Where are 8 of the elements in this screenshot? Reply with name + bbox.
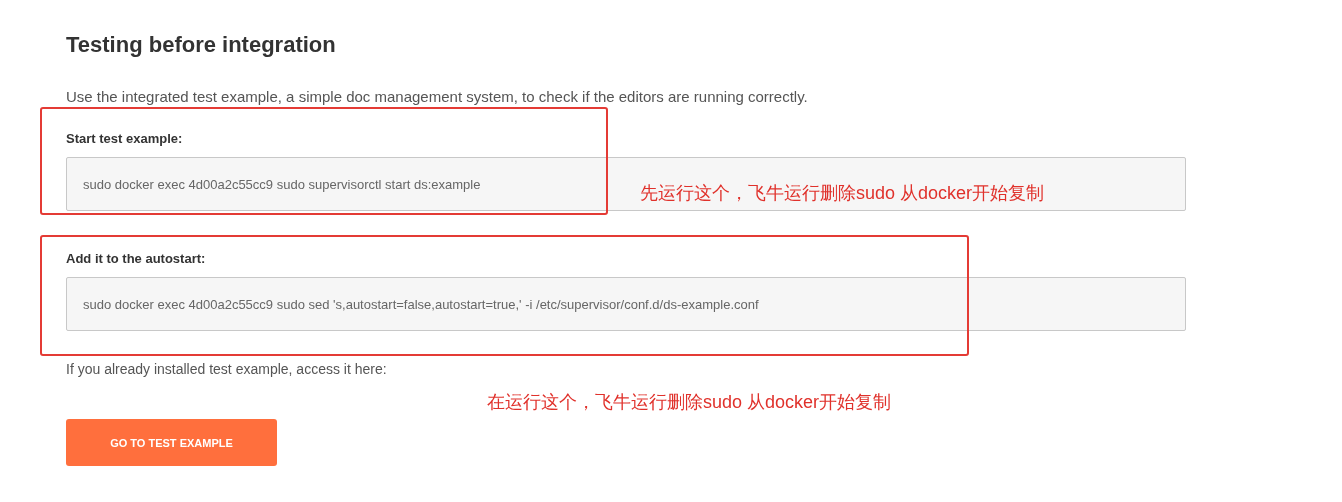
section-heading: Testing before integration [66,32,337,58]
field-label: Add it to the autostart: [66,251,207,266]
command-field[interactable]: sudo docker exec 4d00a2c55cc9 sudo sed 's,autostart=false,autostart=true,' -i /etc/supervisor/conf.d/ds-example.conf [66,277,1186,331]
description-text: Use the integrated test example, a simple doc management system, to check if the editors are running correctly. [66,88,809,105]
annotation-text: 在运行这个，飞牛运行删除sudo 从docker开始复制 [487,391,892,414]
annotation-text: 先运行这个，飞牛运行删除sudo 从docker开始复制 [640,182,1045,205]
field-label: Start test example: [66,131,184,146]
access-text: If you already installed test example, access it here: [66,361,388,377]
